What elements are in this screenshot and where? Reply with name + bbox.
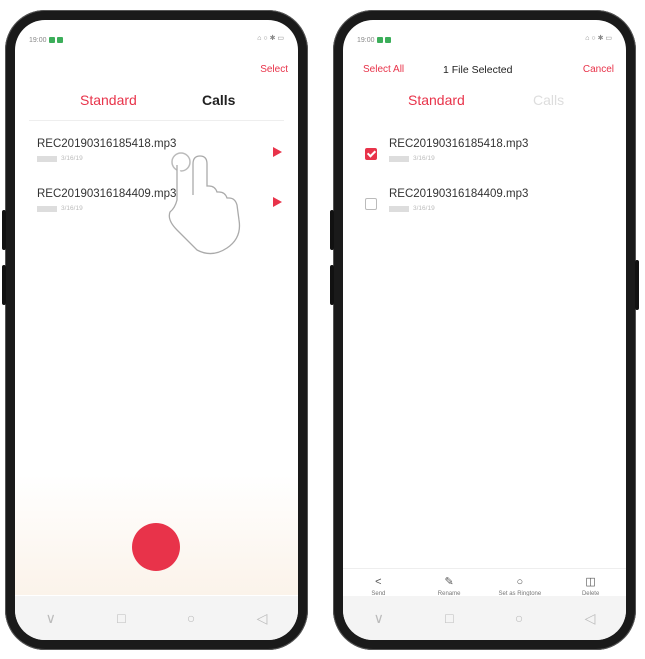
tap-hand-icon <box>168 152 241 255</box>
file-date: 3/16/19 <box>61 205 83 212</box>
select-all-button[interactable]: Select All <box>363 64 404 75</box>
status-time: 19:00 <box>357 36 375 44</box>
file-date: 3/16/19 <box>413 205 435 212</box>
file-date: 3/16/19 <box>413 155 435 162</box>
tag-icon <box>37 155 57 162</box>
square-icon[interactable]: □ <box>445 610 453 626</box>
tab-standard[interactable]: Standard <box>80 92 137 108</box>
signal-icon <box>56 37 63 43</box>
tab-calls[interactable]: Calls <box>202 92 235 108</box>
file-meta: 3/16/19 <box>37 155 83 162</box>
file-name: REC20190316184409.mp3 <box>37 188 177 200</box>
status-time: 19:00 <box>29 36 47 44</box>
top-bar: Select All 1 File Selected Cancel <box>353 64 616 80</box>
left-screen: 19:00 ⌂ ○ ✱ ▭ Select Standard Calls REC2… <box>15 20 298 640</box>
power-button <box>635 260 639 310</box>
status-bar: 19:00 ⌂ ○ ✱ ▭ <box>357 34 612 46</box>
left-phone: 19:00 ⌂ ○ ✱ ▭ Select Standard Calls REC2… <box>2 10 308 650</box>
tag-icon <box>37 205 57 212</box>
file-meta: 3/16/19 <box>389 205 435 212</box>
status-icons: ⌂ ○ ✱ ▭ <box>257 35 284 42</box>
tabs: Standard Calls <box>343 92 626 122</box>
tag-icon <box>389 205 409 212</box>
home-icon[interactable]: ○ <box>187 610 195 626</box>
signal-icon <box>384 37 391 43</box>
back-icon[interactable]: ◁ <box>585 610 596 627</box>
home-icon[interactable]: ○ <box>515 610 523 626</box>
menu-icon[interactable]: ∨ <box>46 610 56 627</box>
menu-icon[interactable]: ∨ <box>374 610 384 627</box>
record-button[interactable] <box>132 523 180 571</box>
divider <box>29 120 284 121</box>
list-item[interactable]: REC20190316185418.mp3 3/16/19 <box>343 138 626 178</box>
file-name: REC20190316184409.mp3 <box>389 188 529 200</box>
square-icon[interactable]: □ <box>117 610 125 626</box>
selection-count: 1 File Selected <box>443 64 513 76</box>
file-date: 3/16/19 <box>61 155 83 162</box>
file-name: REC20190316185418.mp3 <box>37 138 177 150</box>
volume-button <box>330 210 334 250</box>
nav-bar: ∨ □ ○ ◁ <box>343 596 626 640</box>
volume-button <box>2 265 6 305</box>
play-icon[interactable] <box>273 147 282 157</box>
file-meta: 3/16/19 <box>389 155 435 162</box>
bell-icon: ○ <box>516 576 524 588</box>
signal-icon <box>48 37 55 43</box>
volume-button <box>330 265 334 305</box>
play-icon[interactable] <box>273 197 282 207</box>
back-icon[interactable]: ◁ <box>257 610 268 627</box>
file-checkbox[interactable] <box>365 148 377 160</box>
signal-icon <box>376 37 383 43</box>
tag-icon <box>389 155 409 162</box>
tab-calls: Calls <box>533 92 565 108</box>
file-name: REC20190316185418.mp3 <box>389 138 529 150</box>
top-bar: Select <box>25 64 288 80</box>
list-item[interactable]: REC20190316185418.mp3 3/16/19 <box>15 138 298 178</box>
status-bar: 19:00 ⌂ ○ ✱ ▭ <box>29 34 284 46</box>
cancel-button[interactable]: Cancel <box>583 64 614 75</box>
list-item[interactable]: REC20190316184409.mp3 3/16/19 <box>343 188 626 228</box>
edit-icon: ✎ <box>444 576 454 588</box>
volume-button <box>2 210 6 250</box>
right-screen: 19:00 ⌂ ○ ✱ ▭ Select All 1 File Selected… <box>343 20 626 640</box>
tabs: Standard Calls <box>15 92 298 122</box>
nav-bar: ∨ □ ○ ◁ <box>15 596 298 640</box>
trash-icon: ◫ <box>585 576 596 588</box>
share-icon: < <box>375 576 382 588</box>
file-checkbox[interactable] <box>365 198 377 210</box>
right-phone: 19:00 ⌂ ○ ✱ ▭ Select All 1 File Selected… <box>330 10 639 650</box>
list-item[interactable]: REC20190316184409.mp3 3/16/19 <box>15 188 298 228</box>
select-button[interactable]: Select <box>260 64 288 75</box>
status-icons: ⌂ ○ ✱ ▭ <box>585 35 612 42</box>
file-meta: 3/16/19 <box>37 205 83 212</box>
tab-standard[interactable]: Standard <box>408 92 465 108</box>
